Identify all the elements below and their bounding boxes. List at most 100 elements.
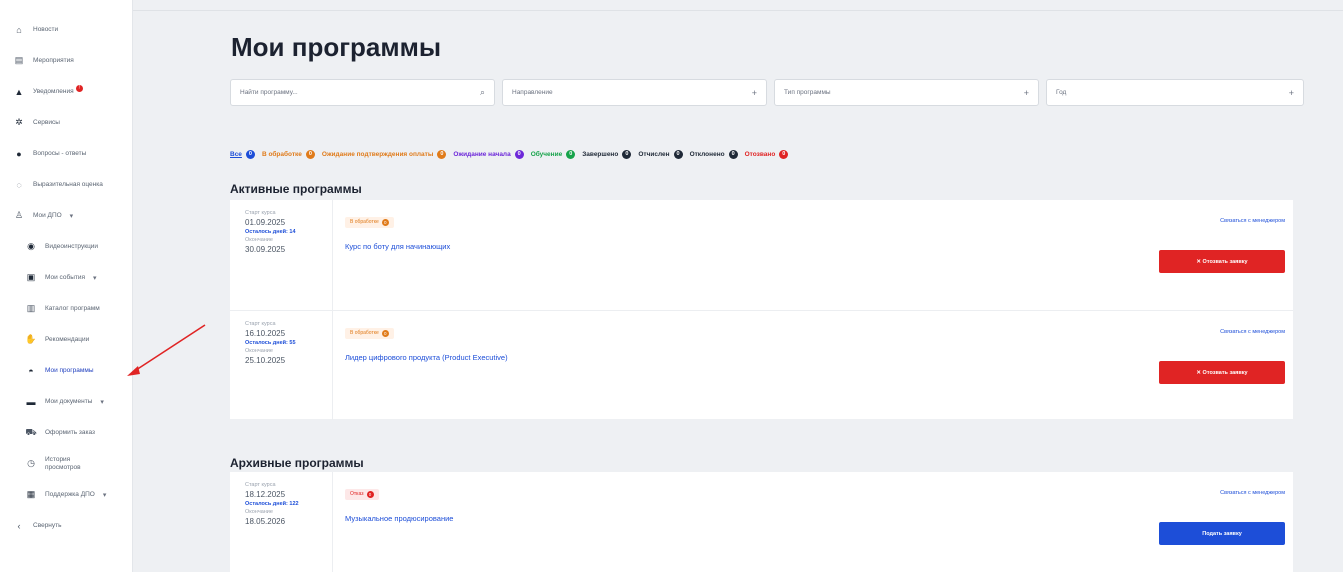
chip-all[interactable]: Все 0 bbox=[230, 150, 255, 159]
sidebar-item-label: Каталог программ bbox=[45, 305, 100, 312]
sidebar-item-my-dpo[interactable]: ♙ Мои ДПО ▾ bbox=[0, 200, 132, 231]
program-link[interactable]: Лидер цифрового продукта (Product Execut… bbox=[345, 353, 1293, 362]
sidebar-item-my-events[interactable]: ▣ Мои события ▾ bbox=[0, 262, 132, 293]
sidebar-item-recommendations[interactable]: ✋ Рекомендации bbox=[0, 324, 132, 355]
cart-icon: ⛟ bbox=[25, 426, 37, 437]
program-type-select[interactable]: Тип программы + bbox=[774, 79, 1039, 106]
sidebar-item-label: Вопросы - ответы bbox=[33, 150, 87, 157]
sidebar-item-order[interactable]: ⛟ Оформить заказ bbox=[0, 417, 132, 448]
direction-select[interactable]: Направление + bbox=[502, 79, 767, 106]
archive-programs-title: Архивные программы bbox=[230, 456, 364, 470]
chip-label: Отклонено bbox=[689, 151, 725, 158]
sidebar-item-news[interactable]: ⌂ Новости bbox=[0, 14, 132, 45]
status-badge-label: Отказ bbox=[350, 491, 364, 497]
status-badge: В обработке 0 bbox=[345, 327, 394, 339]
status-badge-count: 0 bbox=[381, 329, 389, 337]
sidebar-item-my-documents[interactable]: ▬ Мои документы ▾ bbox=[0, 386, 132, 417]
plus-icon: + bbox=[751, 87, 757, 98]
plus-icon: + bbox=[1288, 87, 1294, 98]
chip-count: 0 bbox=[437, 150, 447, 159]
contact-manager-link[interactable]: Связаться с менеджером bbox=[1220, 329, 1285, 335]
chip-awaiting-payment[interactable]: Ожидание подтверждения оплаты 0 bbox=[322, 150, 447, 159]
status-badge-label: В обработке bbox=[350, 330, 379, 336]
notification-badge: ! bbox=[75, 85, 83, 92]
sidebar: ⌂ Новости ▤ Мероприятия ▲ Уведомления! ✲ Сер… bbox=[0, 0, 133, 572]
end-label: Окончание bbox=[245, 237, 273, 243]
program-link[interactable]: Музыкальное продюсирование bbox=[345, 514, 1293, 523]
sidebar-item-events[interactable]: ▤ Мероприятия bbox=[0, 45, 132, 76]
start-date: 01.09.2025 bbox=[245, 218, 286, 227]
chip-completed[interactable]: Завершено 0 bbox=[582, 150, 632, 159]
program-dates: Старт курса 01.09.2025 Осталось дней: 14… bbox=[230, 200, 333, 310]
sidebar-collapse-button[interactable]: ‹ Свернуть bbox=[0, 510, 132, 541]
chip-rejected[interactable]: Отклонено 0 bbox=[690, 150, 738, 159]
start-date: 16.10.2025 bbox=[245, 329, 286, 338]
contact-manager-link[interactable]: Связаться с менеджером bbox=[1220, 490, 1285, 496]
top-divider bbox=[133, 10, 1343, 11]
graduation-icon: ♙ bbox=[14, 210, 24, 220]
end-date: 18.05.2026 bbox=[245, 517, 286, 526]
contact-manager-link[interactable]: Связаться с менеджером bbox=[1220, 218, 1285, 224]
chevron-left-icon: ‹ bbox=[17, 520, 21, 531]
chip-label: Обучение bbox=[530, 151, 563, 158]
main-content: Мои программы Найти программу... ⌕ Напра… bbox=[133, 0, 1343, 572]
chip-expelled[interactable]: Отчислен 0 bbox=[638, 150, 683, 159]
sidebar-item-feedback[interactable]: ◌ Выразительная оценка bbox=[0, 169, 132, 200]
end-date: 25.10.2025 bbox=[245, 356, 286, 365]
program-dates: Старт курса 18.12.2025 Осталось дней: 12… bbox=[230, 472, 333, 572]
status-badge: Отказ 0 bbox=[345, 488, 379, 500]
status-badge-count: 0 bbox=[381, 218, 389, 226]
start-date: 18.12.2025 bbox=[245, 490, 286, 499]
clock-icon: ◷ bbox=[27, 458, 35, 468]
page-title: Мои программы bbox=[231, 32, 442, 62]
chevron-down-icon: ▾ bbox=[93, 274, 97, 282]
withdraw-application-button[interactable]: ✕ Отозвать заявку bbox=[1159, 250, 1285, 273]
sidebar-item-notifications[interactable]: ▲ Уведомления! bbox=[0, 76, 132, 107]
sidebar-item-faq[interactable]: ● Вопросы - ответы bbox=[0, 138, 132, 169]
sidebar-item-label: Выразительная оценка bbox=[33, 181, 103, 188]
sidebar-item-history[interactable]: ◷ История просмотров bbox=[0, 448, 132, 479]
chip-awaiting-start[interactable]: Ожидание начала 0 bbox=[453, 150, 524, 159]
chip-label: Отозвано bbox=[744, 151, 776, 158]
chip-learning[interactable]: Обучение 0 bbox=[531, 150, 576, 159]
chip-processing[interactable]: В обработке 0 bbox=[262, 150, 315, 159]
end-label: Окончание bbox=[245, 509, 273, 515]
direction-label: Направление bbox=[512, 89, 553, 96]
sidebar-item-my-programs[interactable]: ◓ Мои программы bbox=[0, 355, 132, 386]
program-row: Старт курса 18.12.2025 Осталось дней: 12… bbox=[230, 472, 1293, 572]
sidebar-item-label: Оформить заказ bbox=[45, 429, 96, 436]
sidebar-item-video[interactable]: ◉ Видеоинструкции bbox=[0, 231, 132, 262]
search-input[interactable]: Найти программу... ⌕ bbox=[230, 79, 495, 106]
bell-icon: ▲ bbox=[14, 86, 24, 97]
chevron-down-icon: ▾ bbox=[102, 491, 107, 499]
cap-icon: ◓ bbox=[28, 365, 34, 376]
program-link[interactable]: Курс по боту для начинающих bbox=[345, 242, 1293, 251]
active-programs-card: Старт курса 01.09.2025 Осталось дней: 14… bbox=[230, 200, 1293, 420]
gear-icon: ✲ bbox=[15, 117, 23, 127]
status-filter-chips: Все 0 В обработке 0 Ожидание подтверждения… bbox=[230, 150, 795, 159]
program-dates: Старт курса 16.10.2025 Осталось дней: 55… bbox=[230, 311, 333, 420]
chip-withdrawn[interactable]: Отозвано 0 bbox=[745, 150, 789, 159]
chip-count: 0 bbox=[779, 150, 789, 159]
home-icon: ⌂ bbox=[16, 24, 22, 35]
sidebar-item-label: Свернуть bbox=[33, 522, 62, 529]
year-select[interactable]: Год + bbox=[1046, 79, 1304, 106]
sidebar-item-label: Рекомендации bbox=[45, 336, 90, 343]
days-left: Осталось дней: 14 bbox=[245, 229, 296, 235]
program-body: В обработке 0 Лидер цифрового продукта (P… bbox=[333, 311, 1293, 420]
archive-programs-card: Старт курса 18.12.2025 Осталось дней: 12… bbox=[230, 472, 1293, 572]
sidebar-item-services[interactable]: ✲ Сервисы bbox=[0, 107, 132, 138]
sidebar-item-label: Мои ДПО bbox=[33, 212, 62, 219]
catalog-icon: ▥ bbox=[26, 303, 36, 313]
status-badge: В обработке 0 bbox=[345, 216, 394, 228]
sidebar-item-support[interactable]: ▦ Поддержка ДПО ▾ bbox=[0, 479, 132, 510]
chip-label: Отчислен bbox=[638, 151, 670, 158]
apply-button[interactable]: Подать заявку bbox=[1159, 522, 1285, 545]
chip-count: 0 bbox=[566, 150, 576, 159]
withdraw-application-button[interactable]: ✕ Отозвать заявку bbox=[1159, 361, 1285, 384]
plus-icon: + bbox=[1023, 87, 1029, 98]
sidebar-item-catalog[interactable]: ▥ Каталог программ bbox=[0, 293, 132, 324]
sidebar-item-label: Мои события bbox=[45, 274, 85, 281]
status-badge-label: В обработке bbox=[350, 219, 379, 225]
events-icon: ▣ bbox=[26, 272, 36, 282]
